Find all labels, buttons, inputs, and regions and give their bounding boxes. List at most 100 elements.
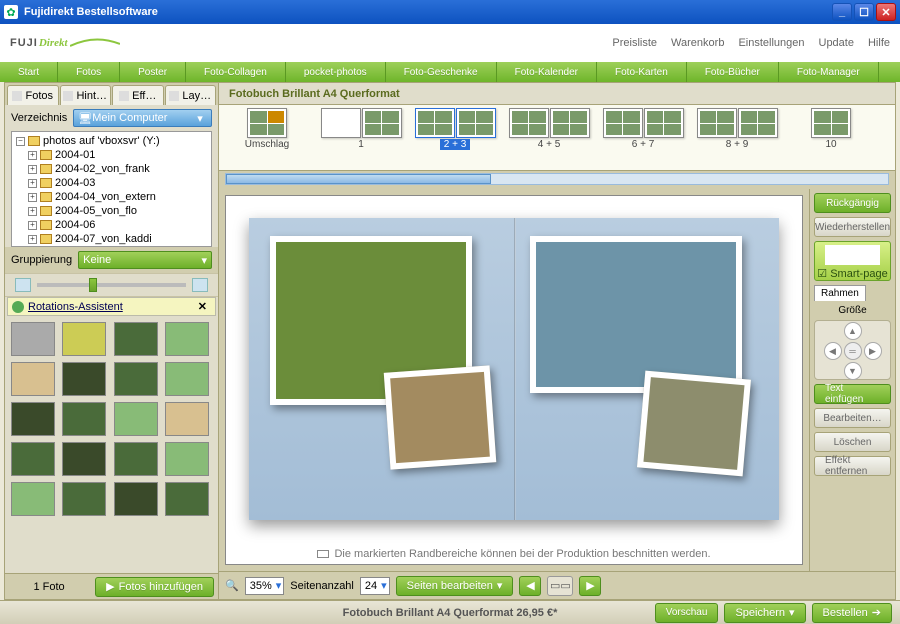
size-down-button[interactable]: ▼ [844,362,862,380]
rahmen-tab[interactable]: Rahmen [814,285,866,301]
photo-thumb[interactable] [62,402,106,436]
size-right-button[interactable]: ▶ [864,342,882,360]
redo-button[interactable]: Wiederherstellen [814,217,891,237]
photo-thumb[interactable] [114,482,158,516]
tree-item[interactable]: +2004-02_von_frank [14,162,209,176]
tab-eff[interactable]: Eff… [112,85,164,105]
nav-start[interactable]: Start [0,62,58,82]
link-hilfe[interactable]: Hilfe [868,37,890,49]
nav-pocket[interactable]: pocket-photos [286,62,386,82]
photo-thumb[interactable] [114,442,158,476]
nav-fotos[interactable]: Fotos [58,62,120,82]
link-update[interactable]: Update [819,37,854,49]
photo-thumb[interactable] [165,482,209,516]
link-einstellungen[interactable]: Einstellungen [738,37,804,49]
nav-kalender[interactable]: Foto-Kalender [497,62,597,82]
close-icon[interactable]: ✕ [194,300,211,313]
tree-item[interactable]: +2004-04_von_extern [14,190,209,204]
tree-item[interactable]: +2004-05_von_flo [14,204,209,218]
tab-fotos[interactable]: Fotos [7,85,59,105]
nav-buecher[interactable]: Foto-Bücher [687,62,779,82]
placed-photo[interactable] [384,365,496,469]
spread-scrollbar[interactable] [225,173,889,185]
tab-hint[interactable]: Hint… [60,85,112,105]
order-button[interactable]: Bestellen➔ [812,603,892,623]
zoom-combo[interactable]: 35%▾ [245,577,285,595]
next-page-button[interactable]: ▶ [579,576,601,596]
placed-photo[interactable] [530,236,742,393]
size-up-button[interactable]: ▲ [844,322,862,340]
photo-thumb[interactable] [165,322,209,356]
tree-item[interactable]: +2004-03 [14,176,209,190]
prev-page-button[interactable]: ◀ [519,576,541,596]
spread-6-7[interactable]: 6 + 7 [601,108,685,170]
book-canvas[interactable]: Die markierten Randbereiche können bei d… [225,195,803,565]
nav-poster[interactable]: Poster [120,62,186,82]
nav-collagen[interactable]: Foto-Collagen [186,62,286,82]
chevron-down-icon: ▾ [276,579,282,592]
edit-button[interactable]: Bearbeiten… [814,408,891,428]
photo-thumb[interactable] [114,322,158,356]
spread-10[interactable]: 10 [789,108,873,170]
add-photos-button[interactable]: ▶Fotos hinzufügen [95,577,214,597]
delete-button[interactable]: Löschen [814,432,891,452]
nav-geschenke[interactable]: Foto-Geschenke [386,62,497,82]
text-insert-button[interactable]: Text einfügen [814,384,891,404]
book-overview-button[interactable]: ▭▭ [547,576,573,596]
photo-thumb[interactable] [11,362,55,396]
photo-thumb[interactable] [11,442,55,476]
link-warenkorb[interactable]: Warenkorb [671,37,724,49]
tree-item[interactable]: +2004-06 [14,218,209,232]
header: FUJIDirekt Preisliste Warenkorb Einstell… [0,24,900,62]
smartpage-button[interactable]: ☑ Smart-page [814,241,891,281]
photo-thumb[interactable] [62,482,106,516]
link-preisliste[interactable]: Preisliste [612,37,657,49]
photo-thumb[interactable] [62,322,106,356]
scrollbar-thumb[interactable] [226,174,491,184]
chevron-down-icon: ▾ [193,112,207,125]
spread-umschlag[interactable]: Umschlag [225,108,309,170]
size-center-button[interactable]: ＝ [844,342,862,360]
remove-effect-button[interactable]: Effekt entfernen [814,456,891,476]
close-button[interactable]: ✕ [876,3,896,21]
nav-karten[interactable]: Foto-Karten [597,62,687,82]
photo-thumb[interactable] [165,402,209,436]
thumb-small-icon[interactable] [15,278,31,292]
photo-thumb[interactable] [165,362,209,396]
photo-thumb[interactable] [11,482,55,516]
placed-photo[interactable] [637,371,751,476]
spread-2-3[interactable]: 2 + 3 [413,108,497,170]
undo-button[interactable]: Rückgängig [814,193,891,213]
thumb-large-icon[interactable] [192,278,208,292]
photo-thumb[interactable] [11,402,55,436]
gruppierung-combo[interactable]: Keine▾ [78,251,212,269]
size-left-button[interactable]: ◀ [824,342,842,360]
preview-button[interactable]: Vorschau [655,603,719,623]
page-count-combo[interactable]: 24▾ [360,577,390,595]
seitenanzahl-label: Seitenanzahl [290,580,354,592]
tab-lay[interactable]: Lay… [165,85,217,105]
photo-thumb[interactable] [114,362,158,396]
zoom-icon[interactable]: 🔍 [225,579,239,592]
rotations-link[interactable]: Rotations-Assistent [28,301,194,313]
photo-thumb[interactable] [11,322,55,356]
tree-item[interactable]: +2004-01 [14,148,209,162]
thumb-slider-knob[interactable] [89,278,97,292]
photo-thumb[interactable] [114,402,158,436]
spread-8-9[interactable]: 8 + 9 [695,108,779,170]
thumb-slider-track[interactable] [37,283,186,287]
tree-item[interactable]: +2004-07_von_kaddi [14,232,209,246]
spread-1[interactable]: 1 [319,108,403,170]
minimize-button[interactable]: _ [832,3,852,21]
maximize-button[interactable]: ☐ [854,3,874,21]
tree-root[interactable]: −photos auf 'vboxsvr' (Y:) [14,134,209,148]
photo-thumb[interactable] [62,442,106,476]
edit-pages-button[interactable]: Seiten bearbeiten▾ [396,576,514,596]
spread-4-5[interactable]: 4 + 5 [507,108,591,170]
photo-thumb[interactable] [165,442,209,476]
photo-thumb[interactable] [62,362,106,396]
verzeichnis-combo[interactable]: 🖥 Mein Computer ▾ [73,109,212,127]
nav-manager[interactable]: Foto-Manager [779,62,879,82]
save-button[interactable]: Speichern▾ [724,603,805,623]
directory-tree[interactable]: −photos auf 'vboxsvr' (Y:) +2004-01 +200… [11,131,212,247]
